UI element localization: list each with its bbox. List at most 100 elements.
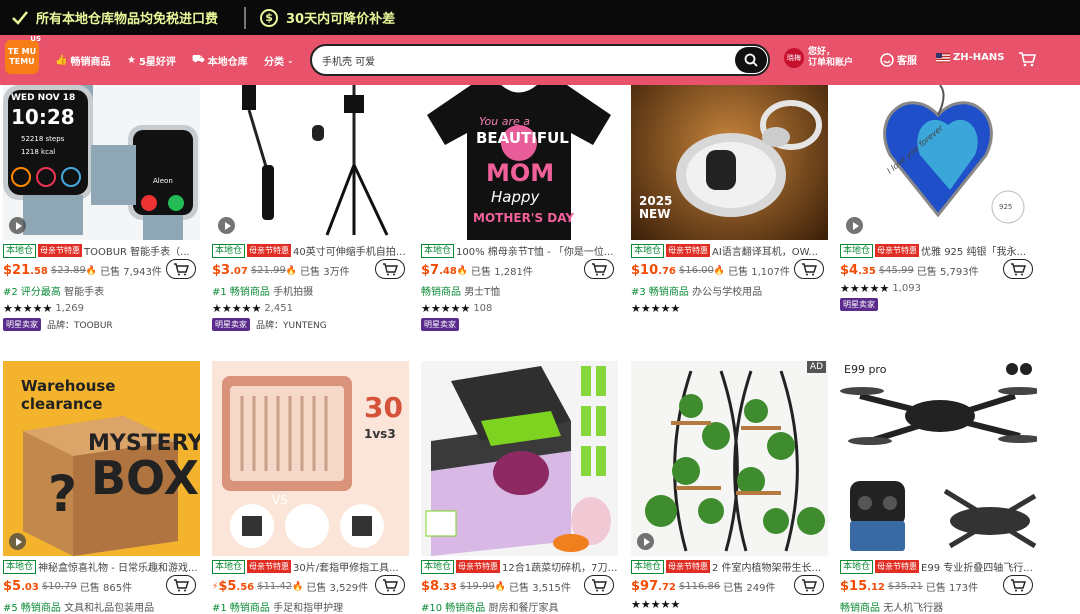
product-image[interactable]: You are a BEAUTIFUL MOM Happy MOTHER'S D… <box>421 85 618 240</box>
original-price: $21.99 <box>250 265 286 276</box>
fire-icon: 🔥 <box>85 265 98 276</box>
rank-label[interactable]: #1 畅销商品 <box>212 287 270 298</box>
product-title[interactable]: 2 件室内植物架带生长... <box>712 559 821 574</box>
product-image[interactable]: I love you forever 925 <box>840 85 1037 240</box>
rank-label[interactable]: #10 畅销商品 <box>421 603 485 614</box>
product-title[interactable]: E99 专业折叠四轴飞行... <box>921 559 1033 574</box>
shirt-text-4: Happy <box>491 188 540 206</box>
original-price: $35.21 <box>887 581 923 592</box>
play-video-icon[interactable] <box>9 533 26 550</box>
product-title[interactable]: 30片/套指甲修指工具... <box>293 559 399 574</box>
product-card[interactable]: WED NOV 18 10:28 52218 steps 1218 kcal A… <box>3 85 200 331</box>
brand-label[interactable]: 品牌：YUNTENG <box>256 318 327 331</box>
review-count: 1,269 <box>55 303 84 314</box>
star-rating: ★★★★★ <box>631 302 681 315</box>
product-title[interactable]: 40英寸可伸缩手机自拍杆，专为... <box>293 243 409 258</box>
rank-label[interactable]: #5 畅销商品 <box>3 603 61 614</box>
sold-count: 已售 865件 <box>79 583 133 594</box>
nav-five-star[interactable]: ★ 5星好评 <box>127 53 176 68</box>
add-to-cart-button[interactable] <box>375 259 405 279</box>
product-card[interactable]: I love you forever 925 本地仓 母亲节特惠 优雅 925 纯银… <box>840 85 1037 311</box>
nav-five-star-label: 5星好评 <box>138 57 176 68</box>
product-title[interactable]: TOOBUR 智能手表（... <box>84 243 190 258</box>
play-video-icon[interactable] <box>846 217 863 234</box>
add-to-cart-button[interactable] <box>166 575 196 595</box>
product-card[interactable]: You are a BEAUTIFUL MOM Happy MOTHER'S D… <box>421 85 618 331</box>
add-to-cart-button[interactable] <box>794 575 824 595</box>
rank-label[interactable]: #3 畅销商品 <box>631 287 689 298</box>
product-card[interactable]: 本地仓母亲节特惠12合1蔬菜切碎机，7刀蔬菜切碎... $8.33$19.99🔥… <box>421 361 618 614</box>
nav-categories[interactable]: 分类 ⌄ <box>264 53 294 68</box>
rank-label[interactable]: 畅销商品 <box>421 287 461 298</box>
temu-logo[interactable]: US TE MU TEMU <box>5 35 41 74</box>
sold-count: 已售 249件 <box>723 583 776 594</box>
product-title[interactable]: 优雅 925 纯银「我永... <box>921 243 1026 258</box>
review-count: 108 <box>473 303 493 314</box>
add-to-cart-button[interactable] <box>584 259 614 279</box>
sold-count: 已售 3,515件 <box>509 583 571 594</box>
rank-label[interactable]: #1 畅销商品 <box>212 603 270 614</box>
star-rating: ★★★★★ <box>3 302 53 315</box>
add-to-cart-button[interactable] <box>1003 575 1033 595</box>
star-seller-badge: 明星卖家 <box>840 298 878 311</box>
play-video-icon[interactable] <box>9 217 26 234</box>
add-to-cart-button[interactable] <box>794 259 824 279</box>
play-video-icon[interactable] <box>218 217 235 234</box>
account-menu[interactable]: 晓梅 您好， 订单和账户 <box>784 47 853 69</box>
promo-badge: 母亲节特惠 <box>875 244 920 257</box>
cart-button[interactable] <box>1018 51 1036 67</box>
search-button[interactable] <box>735 47 767 73</box>
product-card[interactable]: 本地仓母亲节特惠40英寸可伸缩手机自拍杆，专为... $3.07$21.99🔥已… <box>212 85 409 331</box>
product-image[interactable]: AD <box>631 361 828 556</box>
add-to-cart-button[interactable] <box>584 575 614 595</box>
product-title[interactable]: 100% 棉母亲节T恤 - 「你是一位... <box>456 243 613 258</box>
product-image[interactable] <box>421 361 618 556</box>
product-image[interactable]: E99 pro <box>840 361 1037 556</box>
product-card[interactable]: 30 1vs3 VS 本地仓 母亲节特惠 30片/套指甲修指工具... ⚡ $5.56… <box>212 361 409 614</box>
product-image[interactable]: 30 1vs3 VS <box>212 361 409 556</box>
category-label: 办公与学校用品 <box>692 287 763 298</box>
sold-count: 已售 1,281件 <box>471 267 533 278</box>
play-video-icon[interactable] <box>637 533 654 550</box>
local-warehouse-badge: 本地仓 <box>421 243 455 258</box>
price-adjust-promo[interactable]: $ 30天内可降价补差 <box>260 8 395 27</box>
rank-label[interactable]: #2 评分最高 <box>3 287 61 298</box>
customer-service[interactable]: 客服 <box>880 52 917 67</box>
duty-free-promo[interactable]: 所有本地仓库物品均免税进口费 <box>0 8 218 27</box>
rank-label[interactable]: 畅销商品 <box>840 603 880 614</box>
category-label: 无人机飞行器 <box>883 603 944 614</box>
sold-count: 已售 3,529件 <box>306 583 369 594</box>
product-title[interactable]: AI语言翻译耳机，OW... <box>712 243 818 258</box>
promo-badge: 母亲节特惠 <box>666 560 711 573</box>
product-image[interactable]: WED NOV 18 10:28 52218 steps 1218 kcal A… <box>3 85 200 240</box>
cart-icon <box>1019 52 1036 67</box>
original-price: $16.00 <box>678 265 714 276</box>
local-warehouse-badge: 本地仓 <box>421 559 455 574</box>
product-card[interactable]: AD 本地仓 母亲节特惠 2 件室内植物架带生长... $97.72 $116.86 已… <box>631 361 828 611</box>
truck-icon: ⛟ <box>192 54 205 65</box>
promo-badge: 母亲节特惠 <box>247 244 292 257</box>
product-card[interactable]: 2025 NEW 本地仓 母亲节特惠 AI语言翻译耳机，OW... $10.76 $16… <box>631 85 828 315</box>
search-input[interactable] <box>322 54 722 66</box>
product-image[interactable]: ? Warehouse clearance MYSTERY BOX <box>3 361 200 556</box>
product-card[interactable]: ? Warehouse clearance MYSTERY BOX 本地仓 神秘盒… <box>3 361 200 614</box>
promo-divider <box>244 6 247 29</box>
product-price: $10.76 <box>631 263 676 278</box>
product-image[interactable] <box>212 85 409 240</box>
svg-text:?: ? <box>48 465 77 523</box>
add-to-cart-button[interactable] <box>375 575 405 595</box>
add-to-cart-button[interactable] <box>1003 259 1033 279</box>
local-warehouse-badge: 本地仓 <box>3 243 37 258</box>
nav-best-sellers[interactable]: 👍 畅销商品 <box>55 53 110 68</box>
brand-label[interactable]: 品牌：TOOBUR <box>47 318 113 331</box>
shirt-text-5: MOTHER'S DAY <box>473 211 575 225</box>
add-to-cart-button[interactable] <box>166 259 196 279</box>
language-selector[interactable]: ZH-HANS <box>936 52 1004 63</box>
product-image[interactable]: 2025 NEW <box>631 85 828 240</box>
promo-badge: 母亲节特惠 <box>247 560 292 573</box>
product-title[interactable]: 神秘盒惊喜礼物 - 日常乐趣和游戏... <box>38 559 198 574</box>
nav-local-warehouse[interactable]: ⛟ 本地仓库 <box>192 53 248 68</box>
local-warehouse-badge: 本地仓 <box>3 559 37 574</box>
product-card[interactable]: E99 pro 本地仓 母亲节特惠 E99 专业折叠四轴飞行... $15.12 $3… <box>840 361 1037 614</box>
product-title[interactable]: 12合1蔬菜切碎机，7刀蔬菜切碎... <box>502 559 618 574</box>
